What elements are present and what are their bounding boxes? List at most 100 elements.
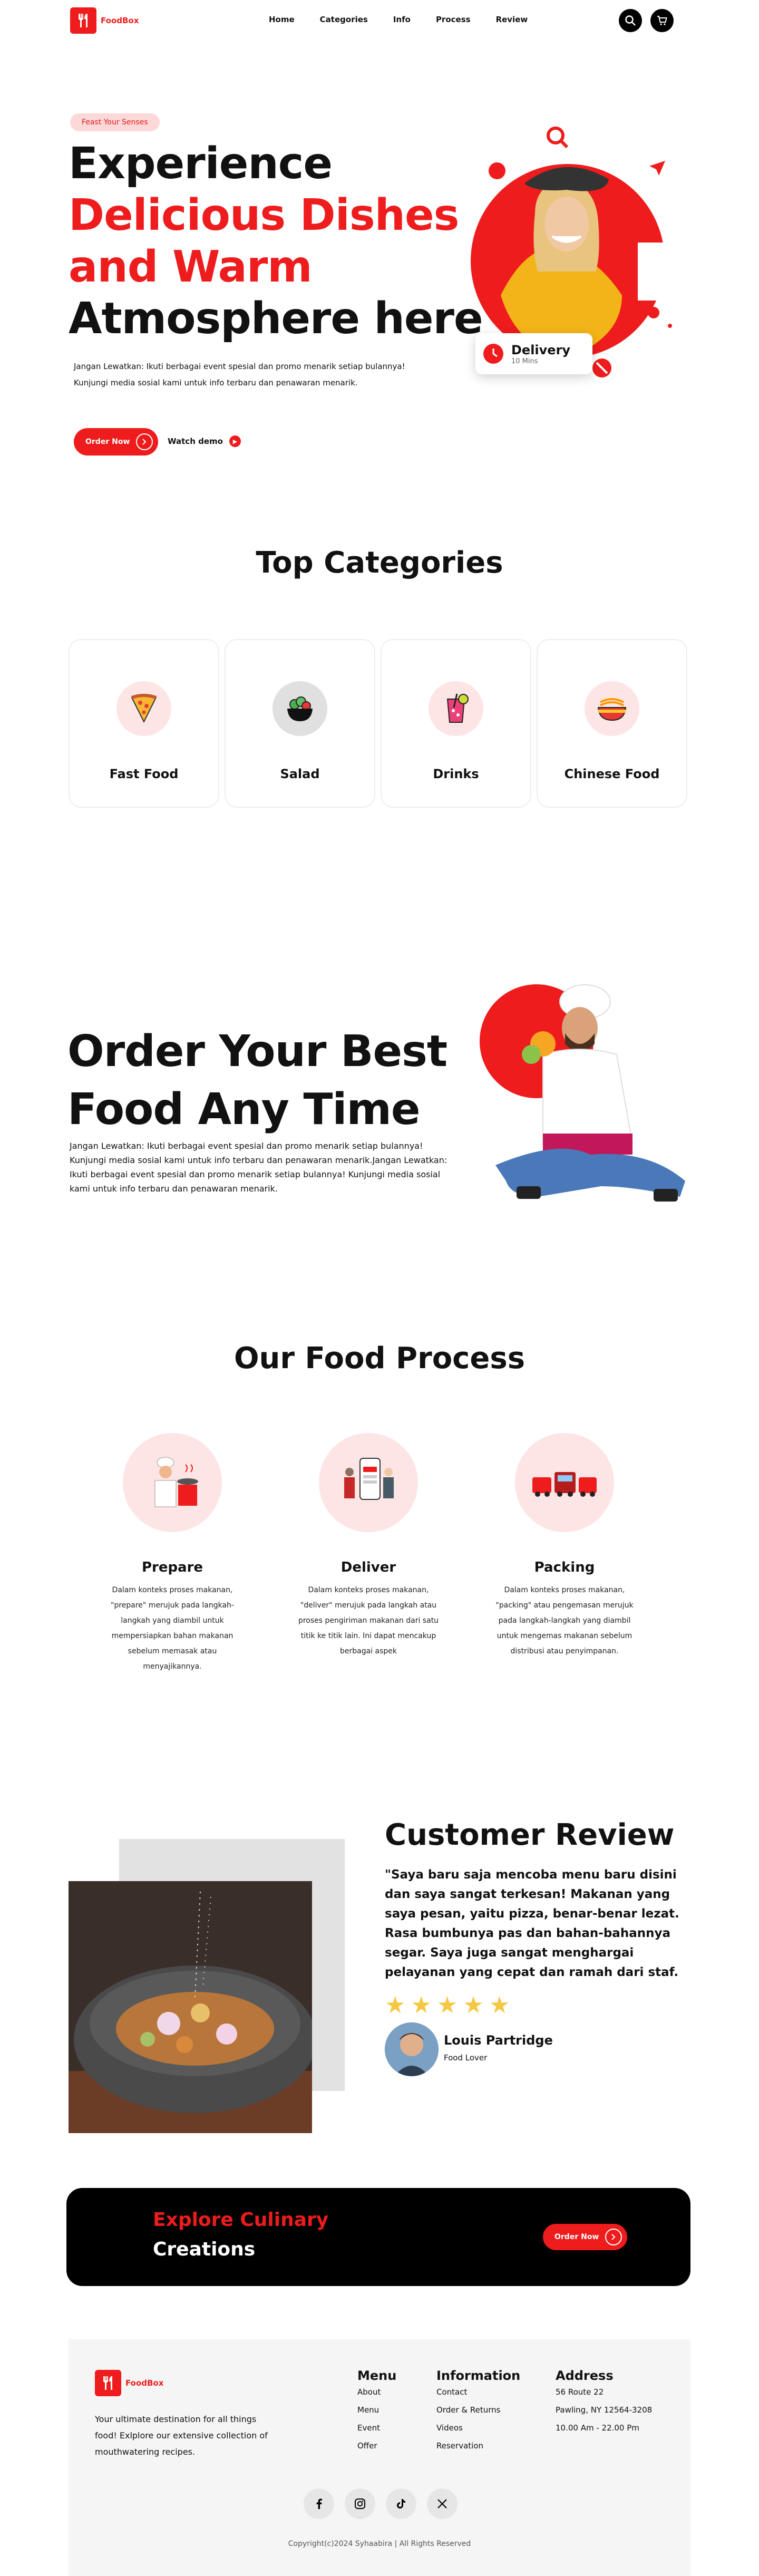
process-step-text: Dalam konteks proses makanan, "deliver" …: [298, 1586, 439, 1655]
cart-icon[interactable]: [650, 9, 674, 32]
arrow-right-icon: [605, 2229, 622, 2245]
star-icon: ★: [463, 1992, 484, 2019]
process-step-title: Deliver: [340, 1560, 396, 1575]
hero-paragraph: Jangan Lewatkan: Ikuti berbagai event sp…: [74, 359, 453, 391]
hero-line-4: Atmosphere here: [69, 294, 483, 344]
footer-link-reservation[interactable]: Reservation: [436, 2437, 520, 2455]
hero-heading: Experience Delicious Dishes and Warm Atm…: [69, 138, 483, 345]
order-heading: Order Your Best Food Any Time: [67, 1023, 447, 1139]
x-twitter-icon[interactable]: [427, 2488, 458, 2519]
delivery-title: Delivery: [511, 342, 571, 357]
category-card-chinese-food[interactable]: Chinese Food: [537, 639, 687, 808]
process-step-title: Packing: [534, 1560, 595, 1575]
review-rating: ★ ★ ★ ★ ★: [385, 1992, 510, 2019]
cta-line-2: Creations: [153, 2239, 256, 2260]
footer-information-column: Information Contact Order & Returns Vide…: [436, 2368, 520, 2455]
cta-order-now-button[interactable]: Order Now: [543, 2224, 628, 2250]
order-now-label: Order Now: [85, 438, 130, 446]
hero-line-3: and Warm: [69, 242, 313, 292]
nav-link-review[interactable]: Review: [496, 15, 528, 24]
footer-menu-column: Menu About Menu Event Offer: [357, 2368, 396, 2455]
footer-menu-title: Menu: [357, 2368, 397, 2383]
footer-link-about[interactable]: About: [357, 2383, 396, 2401]
nav-link-info[interactable]: Info: [393, 15, 411, 24]
chef-cooking-icon: [123, 1433, 222, 1532]
order-paragraph: Jangan Lewatkan: Ikuti berbagai event sp…: [70, 1141, 447, 1194]
hero-line-2: Delicious Dishes: [69, 190, 459, 240]
reviewer-name: Louis Partridge: [444, 2033, 553, 2048]
review-title: Customer Review: [385, 1818, 675, 1852]
category-label: Salad: [280, 767, 320, 781]
copyright: Copyright(c)2024 Syhaabira | All Rights …: [288, 2540, 471, 2548]
star-icon: ★: [385, 1992, 406, 2019]
search-icon[interactable]: [619, 9, 642, 32]
review-quote: "Saya baru saja mencoba menu baru disini…: [385, 1868, 679, 1979]
chef-shoe-left: [517, 1186, 541, 1199]
footer-address-line: Pawling, NY 12564-3208: [556, 2405, 653, 2415]
process-step-prepare: Prepare Dalam konteks proses makanan, "p…: [85, 1433, 259, 1674]
hero-line-1: Experience: [69, 139, 333, 189]
hero-search-decor-handle: [559, 139, 569, 149]
process-step-text: Dalam konteks proses makanan, "prepare" …: [111, 1586, 234, 1671]
woman-face: [544, 197, 589, 251]
footer-link-menu[interactable]: Menu: [357, 2401, 396, 2419]
drink-icon: [429, 681, 483, 736]
reviewer-avatar: [385, 2022, 439, 2076]
decor-dot-4: [629, 325, 632, 328]
process-step-text: Dalam konteks proses makanan, "packing" …: [495, 1586, 634, 1655]
category-card-fast-food[interactable]: Fast Food: [69, 639, 219, 808]
nav-actions: [619, 9, 674, 32]
reviewer-role: Food Lover: [444, 2053, 488, 2062]
noodle-icon: [585, 681, 639, 736]
brand-logo[interactable]: FoodBox: [70, 7, 139, 34]
hero-order-now-button[interactable]: Order Now: [74, 428, 159, 456]
footer-link-order-returns[interactable]: Order & Returns: [436, 2401, 520, 2419]
footer-address-line: 56 Route 22: [556, 2387, 604, 2397]
hero-search-decor-icon: [547, 127, 565, 144]
category-card-salad[interactable]: Salad: [225, 639, 375, 808]
decor-dot-1: [489, 162, 505, 179]
footer-brand-logo[interactable]: FoodBox: [95, 2370, 163, 2396]
footer-address-column: Address 56 Route 22 Pawling, NY 12564-32…: [556, 2368, 652, 2437]
process-title: Our Food Process: [233, 1341, 526, 1376]
hero-white-backdrop: [638, 243, 685, 301]
brand-name: FoodBox: [101, 16, 139, 25]
instagram-icon[interactable]: [345, 2488, 375, 2519]
salad-icon: [273, 681, 327, 736]
main-nav: Home Categories Info Process Review: [269, 15, 528, 24]
decor-dot-2: [648, 307, 659, 318]
facebook-icon[interactable]: [304, 2488, 334, 2519]
nav-link-home[interactable]: Home: [269, 15, 295, 24]
star-icon: ★: [411, 1992, 432, 2019]
footer-description: Your ultimate destination for all things…: [95, 2414, 268, 2457]
tiktok-icon[interactable]: [386, 2488, 416, 2519]
category-card-drinks[interactable]: Drinks: [381, 639, 531, 808]
review-food-photo: [69, 1881, 312, 2133]
nav-link-process[interactable]: Process: [436, 15, 471, 24]
footer-address-title: Address: [556, 2368, 614, 2383]
phone-order-icon: [319, 1433, 418, 1532]
category-label: Fast Food: [109, 767, 179, 781]
star-icon: ★: [436, 1992, 458, 2019]
category-label: Drinks: [433, 767, 479, 781]
social-links: [304, 2488, 458, 2519]
cta-button-label: Order Now: [554, 2233, 599, 2241]
footer-link-offer[interactable]: Offer: [357, 2437, 396, 2455]
footer-link-videos[interactable]: Videos: [436, 2419, 520, 2437]
categories-title: Top Categories: [256, 546, 503, 580]
fork-knife-icon: [70, 7, 96, 34]
footer-information-title: Information: [436, 2368, 521, 2383]
footer-hours: 10.00 Am - 22.00 Pm: [556, 2423, 639, 2433]
nav-link-categories[interactable]: Categories: [320, 15, 368, 24]
footer-link-contact[interactable]: Contact: [436, 2383, 520, 2401]
cta-line-1: Explore Culinary: [153, 2209, 329, 2231]
watch-demo-link[interactable]: Watch demo ▶: [168, 435, 241, 447]
play-icon: ▶: [229, 435, 241, 447]
delivery-vans-icon: [515, 1433, 614, 1532]
star-icon: ★: [489, 1992, 510, 2019]
chef-fruit-green: [522, 1045, 541, 1064]
watch-demo-label: Watch demo: [168, 437, 223, 446]
decor-dot-3: [668, 324, 672, 328]
footer-link-event[interactable]: Event: [357, 2419, 396, 2437]
timer-icon: [483, 344, 503, 364]
